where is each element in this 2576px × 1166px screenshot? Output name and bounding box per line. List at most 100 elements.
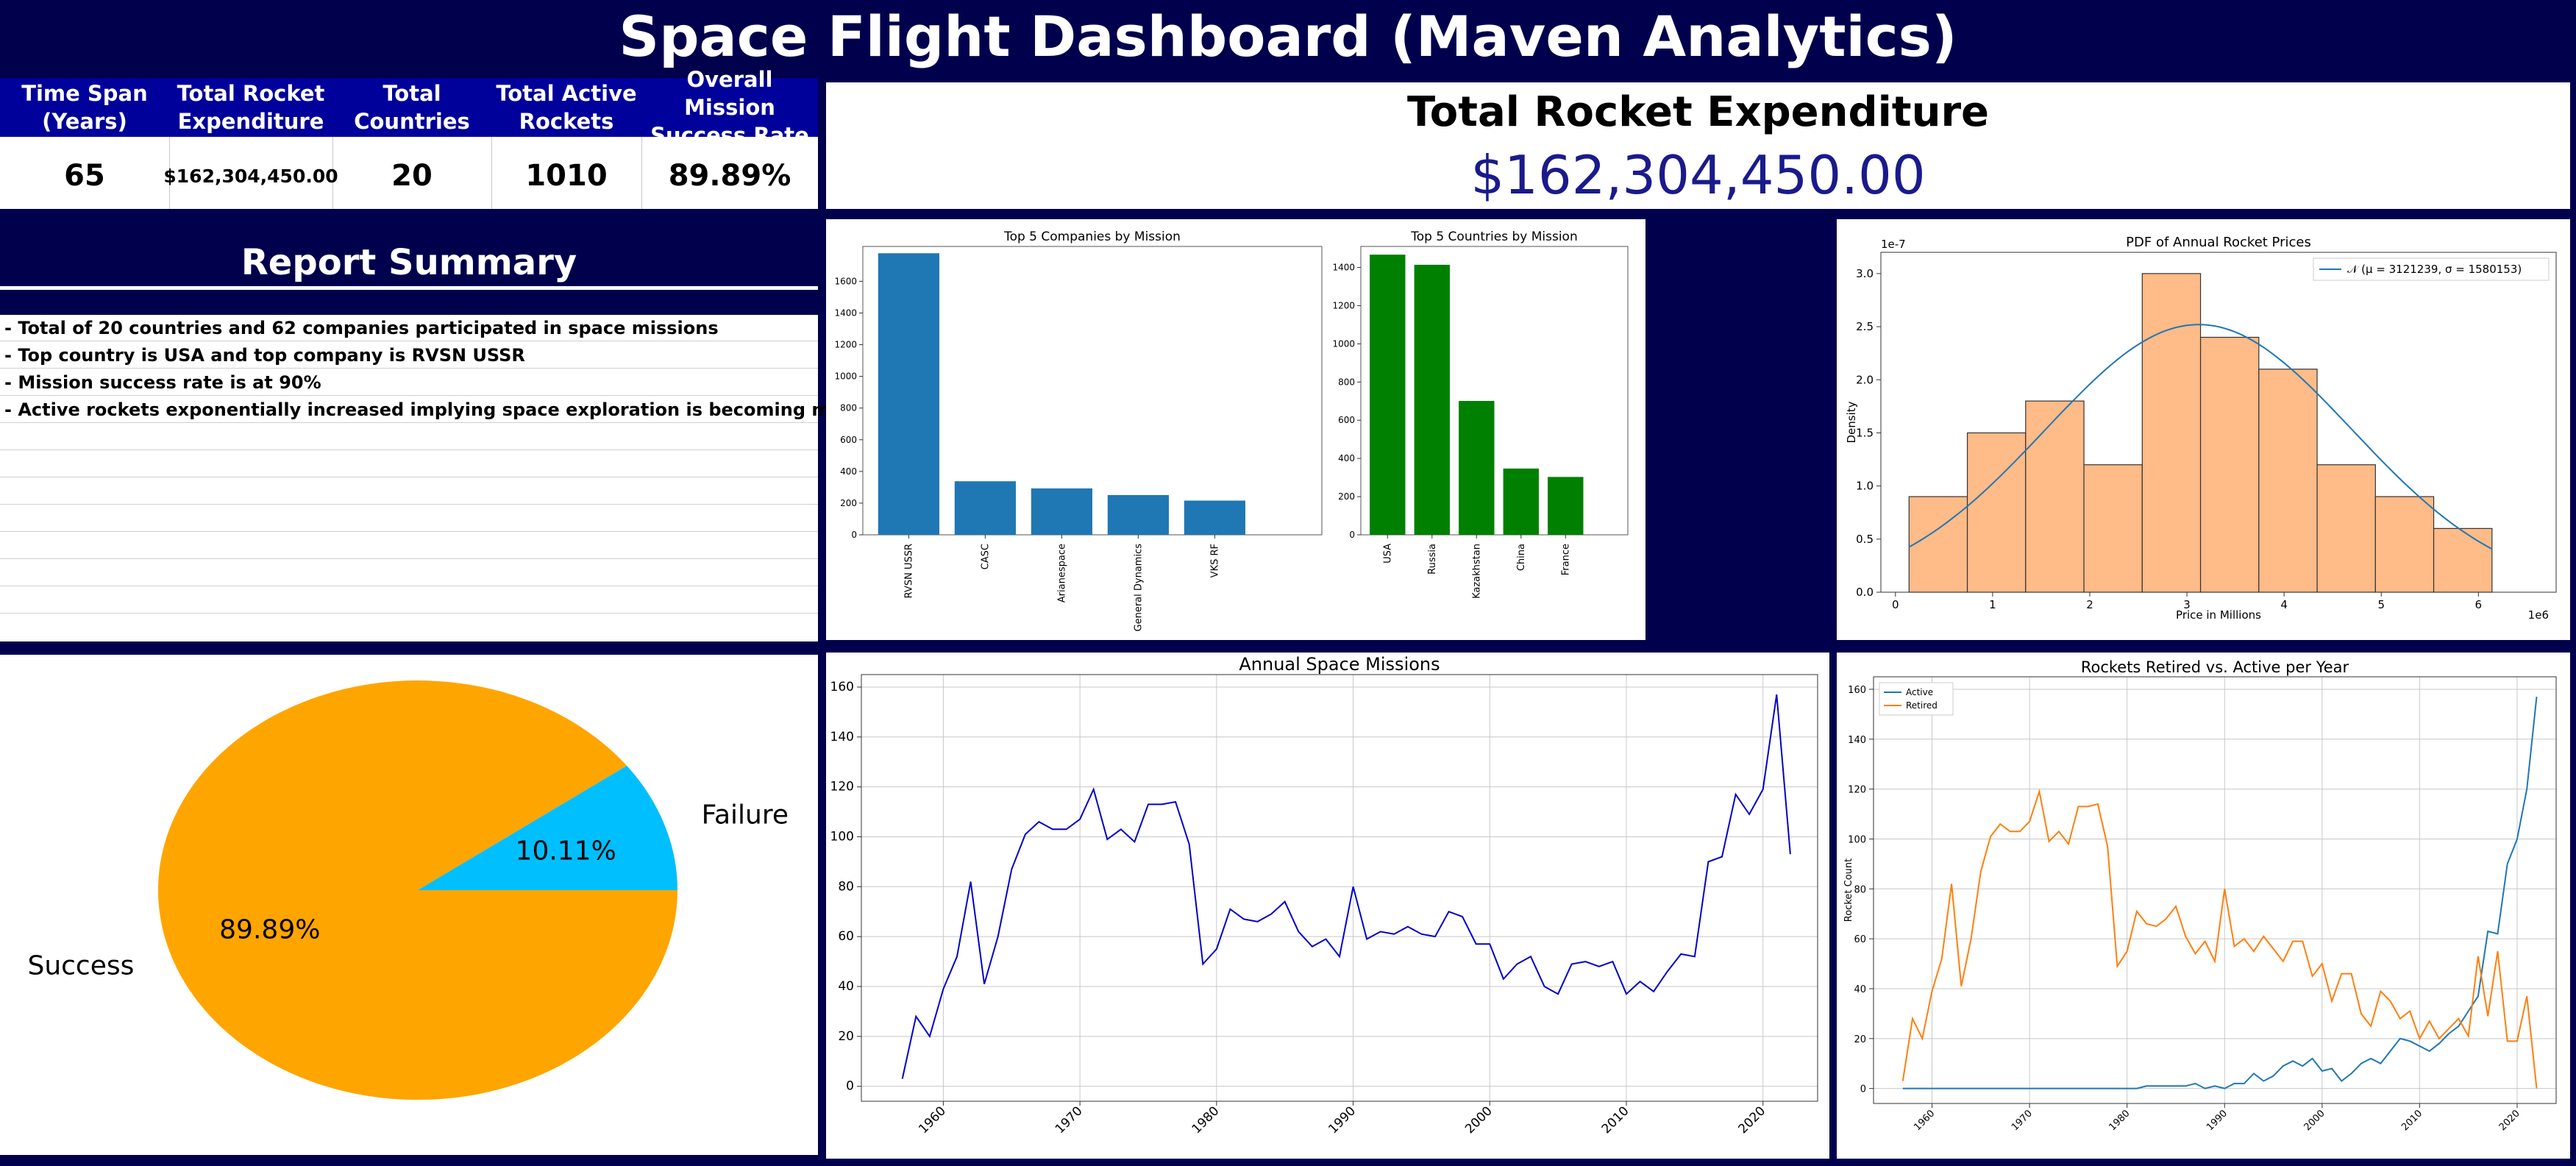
x-tick-label: 2000 <box>2302 1108 2327 1133</box>
active-series-line <box>1902 696 2538 1089</box>
slice-value-label: 10.11% <box>516 836 616 867</box>
legend-label: 𝒩 (μ = 3121239, σ = 1580153) <box>2347 263 2522 276</box>
x-tick-label: 1980 <box>1189 1103 1223 1137</box>
x-tick-label: VKS RF <box>1209 544 1220 577</box>
summary-line: - Active rockets exponentially increased… <box>0 397 946 423</box>
histogram-bar <box>2199 336 2260 593</box>
missions-panel: Annual Space Missions 1960 1970 1980 1990 200… <box>826 653 1829 1159</box>
y-tick-label: 600 <box>1338 415 1355 425</box>
x-tick-label: RVSN USSR <box>903 544 914 598</box>
summary-line <box>0 533 818 559</box>
y-tick-label: 800 <box>1338 377 1355 387</box>
y-tick-label: 40 <box>838 979 854 994</box>
x-tick-label: 2 <box>2086 598 2093 611</box>
y-multiplier: 1e-7 <box>1881 238 1906 251</box>
kpi-active-rockets: Total Active Rockets 1010 <box>491 78 642 209</box>
y-tick-label: 0 <box>1860 1084 1866 1095</box>
summary-line: - Top country is USA and top company is … <box>0 342 818 369</box>
plot-frame <box>861 674 1818 1102</box>
histogram-bar <box>2025 400 2085 593</box>
x-tick-label: 1980 <box>2107 1108 2132 1133</box>
card-title: Total Rocket Expenditure <box>1406 88 1990 136</box>
slice-label: Success <box>27 950 134 981</box>
histogram-bar <box>2258 369 2318 593</box>
y-tick-label: 200 <box>1338 491 1355 502</box>
success-pie-chart: 89.89% Success 10.11% Failure <box>27 680 789 1101</box>
chart-title: PDF of Annual Rocket Prices <box>2126 235 2311 250</box>
pdf-histogram-chart: PDF of Annual Rocket Prices1e-70 1 2 3 4 5 60.… <box>1845 235 2557 622</box>
kpi-value: 1010 <box>525 159 608 193</box>
y-tick-label: 0.0 <box>1856 586 1874 599</box>
y-tick-label: 1600 <box>834 276 857 286</box>
summary-line <box>0 424 818 450</box>
chart-title: Top 5 Companies by Mission <box>1003 230 1181 244</box>
kpi-header: Total Countries <box>332 78 491 137</box>
histogram-bar <box>1908 496 1968 593</box>
x-tick-label: 4 <box>2280 598 2288 611</box>
y-tick-label: 120 <box>1848 785 1866 796</box>
report-summary-list: - Total of 20 countries and 62 companies… <box>0 315 946 641</box>
y-tick-label: 160 <box>830 680 854 694</box>
summary-line <box>0 478 818 505</box>
histogram-bar <box>2374 496 2435 593</box>
x-tick-label: 2010 <box>2399 1108 2424 1133</box>
dashboard-title: Space Flight Dashboard (Maven Analytics) <box>619 3 1957 69</box>
countries-bar-chart: Top 5 Countries by Mission 0 200 400 600 800 1… <box>1332 230 1629 599</box>
kpi-value: 89.89% <box>668 159 791 193</box>
kpi-header: Total Rocket Expenditure <box>169 78 332 137</box>
y-tick-label: 60 <box>1854 934 1866 945</box>
y-tick-label: 60 <box>838 929 854 944</box>
top-bar-charts: Top 5 Companies by Mission 0 200 400 600 800 1… <box>834 230 1629 631</box>
x-multiplier: 1e6 <box>2528 608 2549 622</box>
plot-frame <box>1873 676 2557 1104</box>
y-tick-label: 20 <box>1854 1034 1866 1045</box>
y-tick-label: 200 <box>840 498 857 508</box>
y-tick-label: 0 <box>851 530 857 540</box>
y-tick-label: 0 <box>846 1079 854 1094</box>
divider <box>0 286 818 290</box>
y-tick-label: 1000 <box>1332 338 1355 349</box>
y-tick-label: 20 <box>838 1029 854 1044</box>
x-tick-label: 2020 <box>2497 1108 2522 1133</box>
legend-label: Retired <box>1906 700 1938 711</box>
y-tick-label: 1200 <box>1332 300 1355 310</box>
x-tick-label: 2000 <box>1462 1103 1495 1137</box>
y-tick-label: 40 <box>1854 984 1866 995</box>
y-tick-label: 1.0 <box>1856 480 1874 493</box>
x-tick-label: 1 <box>1989 598 1996 611</box>
y-tick-label: 0.5 <box>1856 533 1874 546</box>
y-tick-label: 100 <box>1848 834 1866 845</box>
bar <box>878 253 939 535</box>
y-tick-label: 400 <box>1338 453 1355 463</box>
x-tick-label: 5 <box>2377 598 2385 611</box>
y-tick-label: 80 <box>838 879 854 894</box>
x-tick-label: CASC <box>980 544 991 569</box>
kpi-time-span: Time Span (Years) 65 <box>0 78 170 209</box>
chart-title: Rockets Retired vs. Active per Year <box>2081 658 2349 676</box>
y-tick-label: 140 <box>1848 735 1866 746</box>
x-tick-label: 1970 <box>1053 1103 1086 1137</box>
legend-label: Active <box>1906 687 1933 697</box>
y-tick-label: 3.0 <box>1856 267 1874 280</box>
rockets-line-chart: Rockets Retired vs. Active per Year 1960 1… <box>1843 658 2557 1133</box>
companies-bar-chart: Top 5 Companies by Mission 0 200 400 600 800 1… <box>834 230 1323 631</box>
report-summary-title: Report Summary <box>241 242 577 283</box>
kpi-value: $162,304,450.00 <box>163 165 338 187</box>
kpi-value: 65 <box>64 159 105 193</box>
kpi-total-countries: Total Countries 20 <box>332 78 492 209</box>
y-tick-label: 120 <box>830 780 854 794</box>
bar <box>1107 494 1169 535</box>
x-axis-label: Price in Millions <box>2176 608 2261 622</box>
y-tick-label: 100 <box>830 829 854 844</box>
x-tick-label: USA <box>1382 544 1393 564</box>
summary-line <box>0 505 818 532</box>
pie-panel: 89.89% Success 10.11% Failure <box>0 655 818 1155</box>
bar <box>1459 401 1495 535</box>
y-tick-label: 600 <box>840 435 857 445</box>
total-expenditure-card: Total Rocket Expenditure $162,304,450.00 <box>826 82 2570 209</box>
x-tick-label: China <box>1516 544 1527 571</box>
histogram-bar <box>1966 432 2027 593</box>
y-tick-label: 0 <box>1349 530 1355 540</box>
y-tick-label: 2.0 <box>1856 373 1874 386</box>
y-tick-label: 1.5 <box>1856 426 1874 439</box>
